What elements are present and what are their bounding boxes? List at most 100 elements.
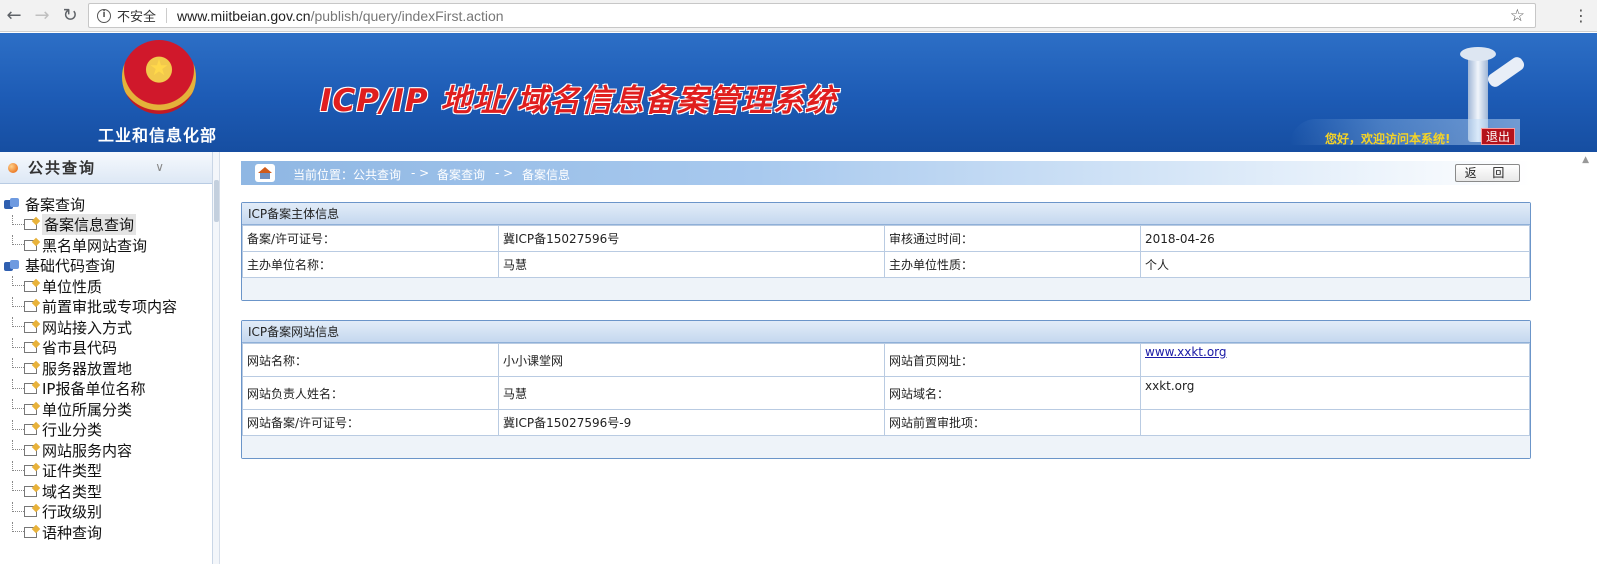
- document-icon: [24, 342, 37, 354]
- tree-item-admin-level[interactable]: 行政级别: [0, 501, 212, 523]
- field-value: 冀ICP备15027596号-9: [498, 409, 885, 436]
- tree-item-unit-nature[interactable]: 单位性质: [0, 276, 212, 297]
- tree-item-label: 行业分类: [42, 421, 103, 440]
- field-label: 网站负责人姓名：: [242, 376, 499, 410]
- panel-title: ICP备案主体信息: [242, 203, 1530, 225]
- subject-info-panel: ICP备案主体信息 备案/许可证号： 冀ICP备15027596号 审核通过时间…: [241, 202, 1531, 301]
- field-value: 马慧: [498, 251, 885, 278]
- tree-item-label: 省市县代码: [42, 339, 118, 358]
- field-label: 网站域名：: [884, 376, 1141, 410]
- site-header: ★ 工业和信息化部 ICP/IP 地址/域名信息备案管理系统 您好，欢迎访问本系…: [0, 33, 1597, 152]
- panel-footer: [242, 436, 1530, 458]
- sidebar-title: 公共查询: [28, 159, 97, 177]
- tree-item-id-type[interactable]: 证件类型: [0, 460, 212, 482]
- tree-item-label: 域名类型: [42, 482, 103, 501]
- panel-footer: [242, 278, 1530, 300]
- tree-item-label: 服务器放置地: [42, 359, 133, 378]
- browser-menu-icon[interactable]: ⋮: [1573, 6, 1589, 25]
- tree-item-label: 证件类型: [42, 462, 103, 481]
- document-icon: [24, 506, 37, 518]
- sidebar-splitter[interactable]: [213, 152, 220, 564]
- tree-item-label: 行政级别: [42, 503, 103, 522]
- folder-group-icon: [4, 259, 20, 272]
- tree-group-label: 基础代码查询: [25, 257, 116, 276]
- tree-group-filing-query[interactable]: 备案查询: [0, 194, 212, 215]
- table-row: 主办单位名称： 马慧 主办单位性质： 个人: [242, 251, 1530, 278]
- tree-item-server-location[interactable]: 服务器放置地: [0, 358, 212, 379]
- panel-title: ICP备案网站信息: [242, 321, 1530, 343]
- logout-button[interactable]: 退出: [1481, 128, 1515, 145]
- field-label: 网站首页网址：: [884, 343, 1141, 377]
- document-icon: [24, 485, 37, 497]
- info-icon[interactable]: i: [97, 8, 111, 23]
- field-label: 网站名称：: [242, 343, 499, 377]
- document-icon: [24, 280, 37, 292]
- tree-item-service-content[interactable]: 网站服务内容: [0, 440, 212, 461]
- document-icon: [24, 362, 37, 374]
- document-icon: [24, 424, 37, 436]
- address-bar[interactable]: i 不安全 www.miitbeian.gov.cn /publish/quer…: [88, 3, 1536, 28]
- tree-item-label: 单位性质: [42, 277, 103, 296]
- document-icon: [24, 465, 37, 477]
- tree-item-label: 网站接入方式: [42, 318, 133, 337]
- breadcrumb-level2: 备案查询: [437, 168, 486, 182]
- back-button[interactable]: 返 回: [1455, 164, 1520, 182]
- tree-item-label: 网站服务内容: [42, 441, 133, 460]
- breadcrumb-separator: - >: [495, 166, 514, 180]
- document-icon: [24, 219, 37, 231]
- home-icon[interactable]: [255, 164, 275, 182]
- sidebar: 公共查询 ∨ 备案查询 备案信息查询 黑名单网站查询 基础代码查询 单位性质 前…: [0, 152, 213, 564]
- tree-item-blacklist-query[interactable]: 黑名单网站查询: [0, 235, 212, 256]
- field-value: 个人: [1140, 251, 1530, 278]
- insecure-label: 不安全: [117, 10, 157, 25]
- breadcrumb: 当前位置：公共查询 - > 备案查询 - > 备案信息: [241, 161, 1531, 185]
- field-value: 小小课堂网: [498, 343, 885, 377]
- tree-item-label: 前置审批或专项内容: [42, 298, 178, 317]
- tree-item-access-method[interactable]: 网站接入方式: [0, 317, 212, 338]
- tree-item-label: IP报备单位名称: [42, 380, 146, 399]
- reload-icon[interactable]: ↻: [56, 2, 84, 30]
- tree-group-base-code-query[interactable]: 基础代码查询: [0, 256, 212, 277]
- splitter-handle[interactable]: [214, 180, 219, 222]
- field-value: xxkt.org: [1140, 376, 1530, 410]
- back-arrow-icon[interactable]: ←: [0, 2, 28, 30]
- chevron-down-icon[interactable]: ∨: [155, 160, 164, 174]
- document-icon: [24, 403, 37, 415]
- tree-group-label: 备案查询: [25, 195, 86, 214]
- sidebar-header[interactable]: 公共查询 ∨: [0, 152, 212, 184]
- tree-item-label: 单位所属分类: [42, 400, 133, 419]
- breadcrumb-level3: 备案信息: [522, 168, 571, 182]
- field-label: 主办单位名称：: [242, 251, 499, 278]
- tree-item-language[interactable]: 语种查询: [0, 522, 212, 543]
- document-icon: [24, 321, 37, 333]
- website-info-table: 网站名称： 小小课堂网 网站首页网址： www.xxkt.org 网站负责人姓名…: [242, 343, 1530, 436]
- bookmark-star-icon[interactable]: ☆: [1510, 6, 1525, 26]
- url-path: /publish/query/indexFirst.action: [310, 7, 504, 24]
- tree-item-ip-reporter[interactable]: IP报备单位名称: [0, 378, 212, 400]
- bullet-icon: [8, 162, 18, 173]
- folder-group-icon: [4, 198, 20, 210]
- tree-item-label: 黑名单网站查询: [42, 236, 148, 255]
- field-value: 马慧: [498, 376, 885, 410]
- nav-tree: 备案查询 备案信息查询 黑名单网站查询 基础代码查询 单位性质 前置审批或专项内…: [0, 184, 212, 543]
- scroll-up-icon[interactable]: ▲: [1582, 155, 1589, 165]
- table-row: 备案/许可证号： 冀ICP备15027596号 审核通过时间： 2018-04-…: [242, 225, 1530, 252]
- welcome-text: 您好，欢迎访问本系统!: [1325, 132, 1451, 146]
- tree-item-industry[interactable]: 行业分类: [0, 419, 212, 441]
- document-icon: [24, 383, 37, 395]
- tree-item-label: 语种查询: [42, 523, 103, 542]
- tree-item-unit-category[interactable]: 单位所属分类: [0, 399, 212, 420]
- table-row: 网站备案/许可证号： 冀ICP备15027596号-9 网站前置审批项：: [242, 409, 1530, 436]
- field-label: 审核通过时间：: [884, 225, 1141, 252]
- forward-arrow-icon[interactable]: →: [28, 2, 56, 30]
- url-host: www.miitbeian.gov.cn: [177, 7, 311, 24]
- tree-item-domain-type[interactable]: 域名类型: [0, 481, 212, 502]
- tree-item-region-code[interactable]: 省市县代码: [0, 337, 212, 359]
- tree-item-label: 备案信息查询: [42, 214, 137, 236]
- tree-item-filing-info-query[interactable]: 备案信息查询: [0, 214, 212, 236]
- tree-item-pre-approval[interactable]: 前置审批或专项内容: [0, 296, 212, 318]
- breadcrumb-separator: - >: [411, 166, 430, 180]
- divider: [166, 8, 168, 23]
- document-icon: [24, 239, 37, 251]
- homepage-url-link[interactable]: www.xxkt.org: [1145, 345, 1227, 359]
